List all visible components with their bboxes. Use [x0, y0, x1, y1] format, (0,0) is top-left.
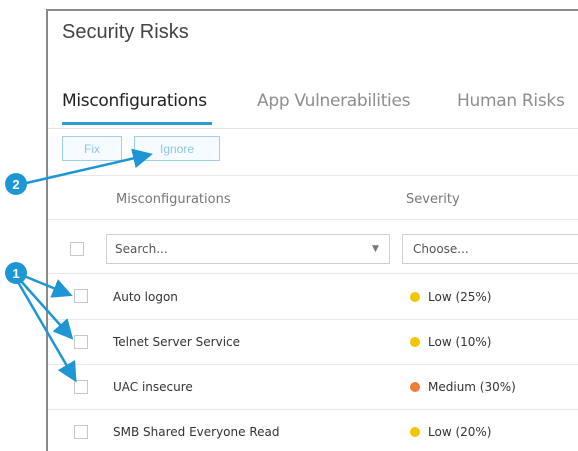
row-severity: Low (20%) — [410, 425, 491, 439]
row-checkbox[interactable] — [74, 380, 88, 394]
row-name: Telnet Server Service — [113, 335, 241, 349]
tab-misconfigurations[interactable]: Misconfigurations — [62, 91, 207, 117]
callout-badge-1: 1 — [5, 262, 27, 284]
tab-app-vulnerabilities[interactable]: App Vulnerabilities — [257, 91, 411, 117]
callout-badge-2: 2 — [5, 173, 27, 195]
row-severity: Low (10%) — [410, 335, 491, 349]
severity-dot-icon — [410, 292, 420, 302]
select-all-checkbox[interactable] — [70, 242, 84, 256]
severity-dot-icon — [410, 337, 420, 347]
divider — [48, 319, 578, 320]
severity-dot-icon — [410, 427, 420, 437]
fix-button[interactable]: Fix — [62, 136, 122, 161]
severity-label: Low (20%) — [428, 425, 492, 439]
tab-human-risks[interactable]: Human Risks — [457, 91, 565, 117]
severity-label: Low (10%) — [428, 335, 492, 349]
severity-filter-select[interactable]: Choose... — [402, 234, 578, 264]
divider — [48, 219, 578, 220]
search-input[interactable] — [106, 234, 390, 264]
row-severity: Medium (30%) — [410, 380, 516, 394]
divider — [48, 409, 578, 410]
row-name: UAC insecure — [113, 380, 193, 394]
row-checkbox[interactable] — [74, 425, 88, 439]
severity-label: Medium (30%) — [428, 380, 516, 394]
security-risks-panel: Security Risks Misconfigurations App Vul… — [46, 9, 578, 451]
page-title: Security Risks — [62, 21, 189, 43]
row-name: SMB Shared Everyone Read — [113, 425, 280, 439]
row-checkbox[interactable] — [74, 289, 88, 303]
divider — [48, 175, 578, 176]
column-header-misconfigurations: Misconfigurations — [116, 192, 231, 207]
row-name: Auto logon — [113, 290, 178, 304]
row-checkbox[interactable] — [74, 335, 88, 349]
divider — [48, 364, 578, 365]
ignore-button[interactable]: Ignore — [134, 136, 220, 161]
column-header-severity: Severity — [406, 192, 460, 207]
tab-bar: Misconfigurations App Vulnerabilities Hu… — [48, 78, 578, 129]
severity-dot-icon — [410, 382, 420, 392]
severity-label: Low (25%) — [428, 290, 492, 304]
chevron-down-icon[interactable]: ▼ — [372, 244, 379, 254]
divider — [48, 273, 578, 274]
row-severity: Low (25%) — [410, 290, 491, 304]
active-tab-indicator — [62, 122, 212, 125]
